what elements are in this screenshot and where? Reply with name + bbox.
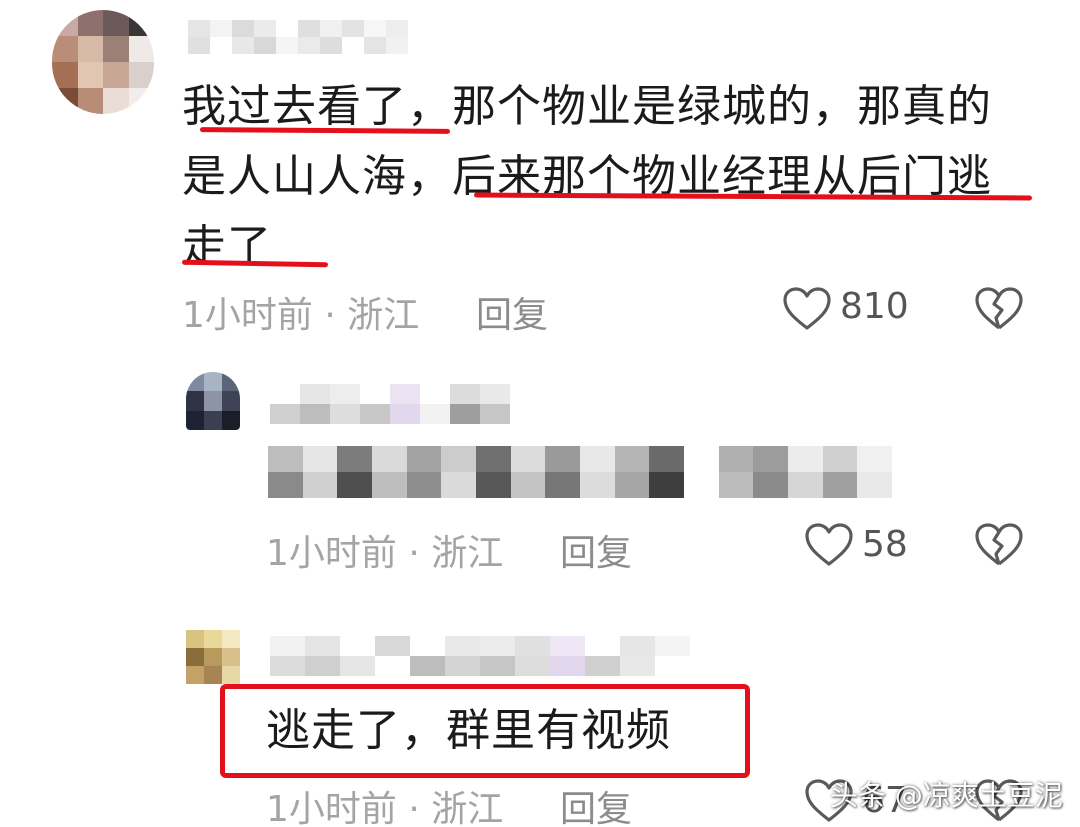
comment-timestamp-location: 1小时前 · 浙江: [182, 295, 420, 336]
username-blurred[interactable]: [270, 384, 510, 424]
comment-text-line: 是人山人海，后来那个物业经理从后门逃: [182, 151, 992, 202]
like-count: 58: [862, 524, 908, 565]
reply-button[interactable]: 回复: [560, 524, 632, 576]
avatar[interactable]: [186, 372, 240, 430]
heart-outline-icon[interactable]: [782, 286, 832, 332]
username-blurred[interactable]: [270, 636, 690, 676]
comment-timestamp-location: 1小时前 · 浙江: [266, 789, 504, 827]
comment-text-blurred: [268, 446, 892, 498]
broken-heart-icon[interactable]: [974, 522, 1024, 568]
reply-button[interactable]: 回复: [476, 286, 548, 338]
heart-outline-icon[interactable]: [804, 522, 854, 568]
reply-button[interactable]: 回复: [560, 780, 632, 827]
avatar[interactable]: [186, 630, 240, 684]
username-blurred[interactable]: [188, 20, 408, 54]
comment-timestamp-location: 1小时前 · 浙江: [266, 533, 504, 574]
comment-thread: 我过去看了，那个物业是绿城的，那真的 是人山人海，后来那个物业经理从后门逃 走了…: [0, 0, 1080, 827]
like-count: 810: [840, 286, 909, 327]
comment-text: 逃走了，群里有视频: [266, 705, 671, 756]
avatar[interactable]: [52, 10, 154, 114]
broken-heart-icon[interactable]: [974, 286, 1024, 332]
comment-text-line: 走了: [182, 221, 272, 272]
watermark: 头条 @凉爽土豆泥: [830, 779, 1063, 812]
